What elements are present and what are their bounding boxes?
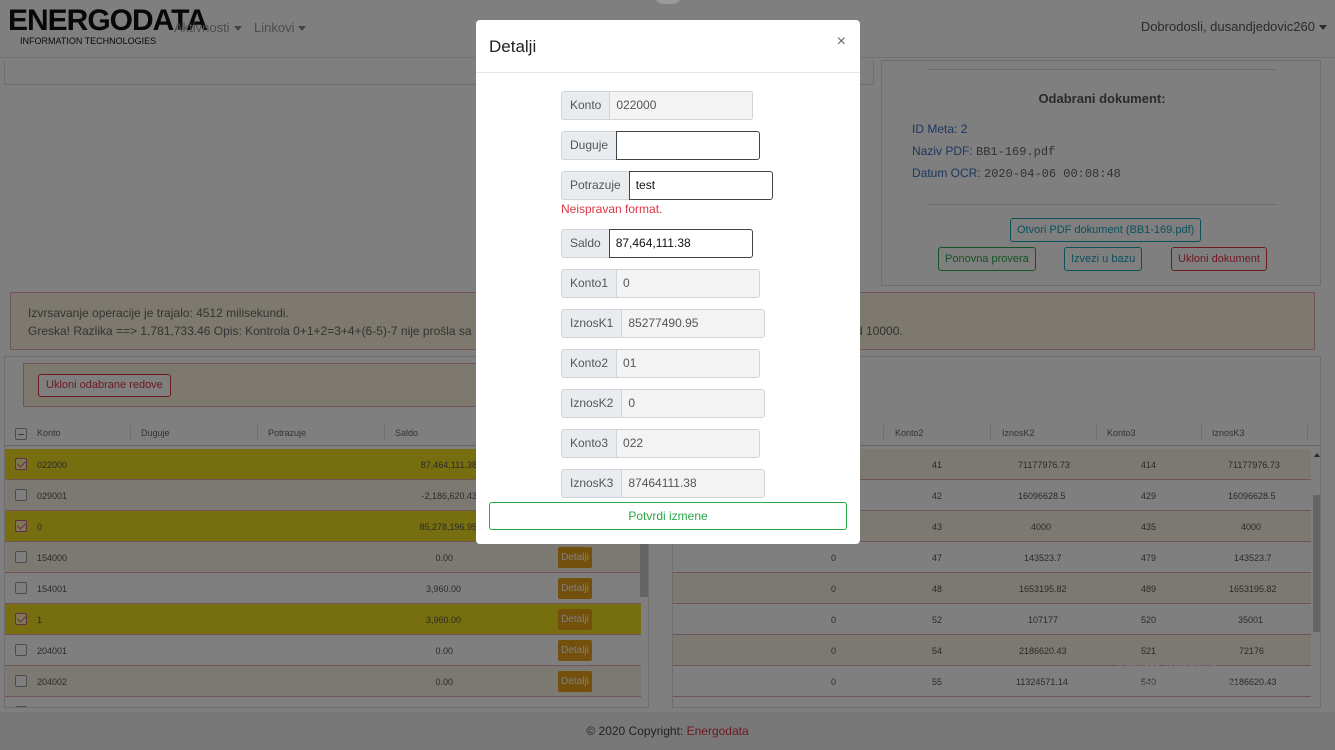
konto2-input[interactable]: 01 — [616, 349, 761, 378]
konto-label: Konto — [561, 91, 610, 120]
saldo-label: Saldo — [561, 229, 609, 258]
konto3-label: Konto3 — [561, 429, 617, 458]
iznosk2-input[interactable]: 0 — [621, 389, 766, 418]
potrazuje-input[interactable]: test — [628, 171, 773, 200]
iznosk2-label: IznosK2 — [561, 389, 622, 418]
duguje-input[interactable] — [616, 131, 761, 160]
konto-input[interactable]: 022000 — [609, 91, 754, 120]
konto-field: Konto 022000 — [561, 91, 754, 120]
duguje-field: Duguje — [561, 131, 761, 160]
konto3-input[interactable]: 022 — [616, 429, 761, 458]
potrazuje-label: Potrazuje — [561, 171, 629, 200]
konto1-field: Konto1 0 — [561, 269, 761, 298]
details-modal: Detalji × Konto 022000 Duguje Potrazuje … — [476, 20, 860, 544]
validation-error: Neispravan format. — [561, 202, 663, 216]
iznosk3-label: IznosK3 — [561, 469, 622, 498]
konto1-label: Konto1 — [561, 269, 617, 298]
close-icon[interactable]: × — [837, 33, 846, 51]
konto2-field: Konto2 01 — [561, 349, 761, 378]
iznosk1-field: IznosK1 85277490.95 — [561, 309, 766, 338]
confirm-changes-button[interactable]: Potvrdi izmene — [489, 502, 847, 530]
iznosk1-label: IznosK1 — [561, 309, 622, 338]
iznosk3-input[interactable]: 87464111.38 — [621, 469, 766, 498]
iznosk3-field: IznosK3 87464111.38 — [561, 469, 766, 498]
modal-header: Detalji × — [476, 20, 860, 73]
konto3-field: Konto3 022 — [561, 429, 761, 458]
potrazuje-field: Potrazuje test — [561, 171, 773, 200]
konto1-input[interactable]: 0 — [616, 269, 761, 298]
saldo-field: Saldo 87,464,111.38 — [561, 229, 753, 258]
duguje-label: Duguje — [561, 131, 617, 160]
konto2-label: Konto2 — [561, 349, 617, 378]
iznosk2-field: IznosK2 0 — [561, 389, 766, 418]
modal-title: Detalji — [489, 37, 537, 56]
saldo-input[interactable]: 87,464,111.38 — [608, 229, 753, 258]
iznosk1-input[interactable]: 85277490.95 — [621, 309, 766, 338]
